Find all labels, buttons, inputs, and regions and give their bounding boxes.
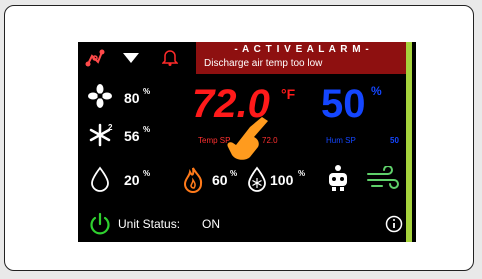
hum-setpoint-value: 50	[390, 136, 399, 145]
humidifier-drop-icon[interactable]	[246, 166, 268, 192]
info-icon[interactable]	[384, 214, 404, 234]
humidifier-percent: 100	[270, 172, 294, 188]
cooling-percent: 56	[124, 128, 140, 144]
cooling-percent-unit: %	[143, 125, 151, 134]
fan-icon[interactable]	[88, 84, 112, 108]
unit-status-value: ON	[202, 217, 220, 231]
airflow-icon[interactable]	[366, 166, 400, 190]
power-icon[interactable]	[88, 212, 112, 236]
water-drop-icon[interactable]	[90, 166, 110, 192]
accent-strip	[406, 42, 412, 242]
network-off-icon[interactable]	[84, 48, 106, 68]
service-robot-icon[interactable]	[324, 162, 352, 192]
active-alarm-banner[interactable]: - A C T I V E A L A R M - Discharge air …	[196, 42, 408, 74]
svg-text:2: 2	[108, 123, 113, 132]
unit-status-label: Unit Status:	[118, 217, 181, 231]
humidity-unit: %	[371, 84, 382, 98]
hum-setpoint-label: Hum SP	[326, 136, 356, 145]
flame-icon[interactable]	[182, 166, 204, 194]
humidity-value[interactable]: 50	[321, 82, 366, 127]
controller-screen: - A C T I V E A L A R M - Discharge air …	[78, 42, 416, 242]
water-percent: 20	[124, 172, 140, 188]
temperature-unit: °F	[281, 86, 296, 102]
heat-percent: 60	[212, 172, 228, 188]
humidifier-percent-unit: %	[298, 169, 306, 178]
snowflake-icon[interactable]: 2	[88, 122, 114, 148]
fan-percent-unit: %	[143, 87, 151, 96]
fan-percent: 80	[124, 90, 140, 106]
alarm-title: - A C T I V E A L A R M -	[234, 44, 370, 55]
heat-percent-unit: %	[230, 169, 238, 178]
dropdown-arrow-icon[interactable]	[122, 52, 140, 64]
alarm-message: Discharge air temp too low	[204, 58, 323, 69]
water-percent-unit: %	[143, 169, 151, 178]
hand-pointer-icon	[227, 117, 268, 160]
bell-icon[interactable]	[162, 48, 178, 66]
